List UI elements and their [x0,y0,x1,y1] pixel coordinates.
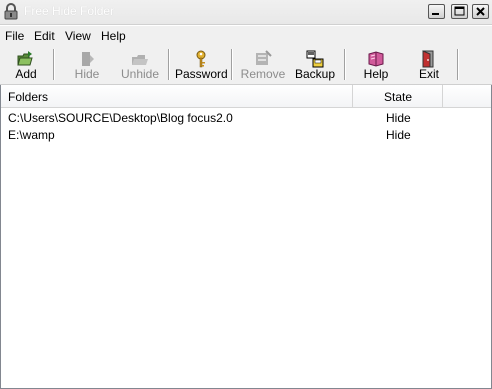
add-button[interactable]: Add [5,46,47,82]
hide-label: Hide [74,67,100,81]
maximize-button[interactable] [451,4,468,19]
key-icon [192,50,210,68]
folder-path: E:\wamp [8,128,55,142]
remove-icon [254,50,272,68]
exit-door-icon [420,50,438,68]
toolbar: Add Hide Unhide Password Remove Backup H… [0,46,492,85]
window-title: Free Hide Folder [24,4,115,18]
menu-bar: File Edit View Help [0,26,492,46]
close-button[interactable] [472,4,489,19]
column-header-state[interactable]: State [384,90,412,104]
add-folder-icon [17,50,35,68]
minimize-button[interactable] [428,4,445,19]
help-book-icon [367,50,385,68]
close-icon [476,7,485,16]
exit-button[interactable]: Exit [408,46,450,82]
list-header: Folders State [1,85,491,108]
folder-path: C:\Users\SOURCE\Desktop\Blog focus2.0 [8,111,233,125]
hide-folder-icon [78,50,96,68]
backup-icon [306,50,324,68]
toolbar-separator [53,49,55,80]
list-item[interactable]: C:\Users\SOURCE\Desktop\Blog focus2.0 Hi… [1,109,491,126]
folder-state: Hide [386,111,411,125]
folder-state: Hide [386,128,411,142]
menu-edit[interactable]: Edit [34,29,55,43]
password-button[interactable]: Password [175,46,228,82]
app-window: Free Hide Folder File Edit View Help Add… [0,0,492,389]
title-bar[interactable]: Free Hide Folder [0,0,492,25]
toolbar-separator [344,49,346,80]
menu-view[interactable]: View [65,29,91,43]
column-divider[interactable] [352,85,353,107]
help-button[interactable]: Help [355,46,397,82]
unhide-button[interactable]: Unhide [117,46,163,82]
backup-label: Backup [294,67,336,81]
toolbar-separator [457,49,459,80]
unhide-label: Unhide [120,67,160,81]
password-label: Password [175,67,228,81]
list-item[interactable]: E:\wamp Hide [1,126,491,143]
column-header-folders[interactable]: Folders [8,90,48,104]
column-divider[interactable] [442,85,443,107]
minimize-icon [432,13,439,15]
hide-button[interactable]: Hide [65,46,109,82]
backup-button[interactable]: Backup [293,46,337,82]
maximize-icon [454,6,465,16]
menu-file[interactable]: File [5,29,24,43]
remove-label: Remove [240,67,286,81]
folders-list[interactable]: Folders State C:\Users\SOURCE\Desktop\Bl… [0,85,492,389]
add-label: Add [15,67,37,81]
toolbar-separator [168,49,170,80]
padlock-icon [4,3,18,20]
menu-help[interactable]: Help [101,29,126,43]
help-label: Help [363,67,389,81]
unhide-folder-icon [131,50,149,68]
remove-button[interactable]: Remove [238,46,288,82]
exit-label: Exit [418,67,439,81]
toolbar-separator [231,49,233,80]
